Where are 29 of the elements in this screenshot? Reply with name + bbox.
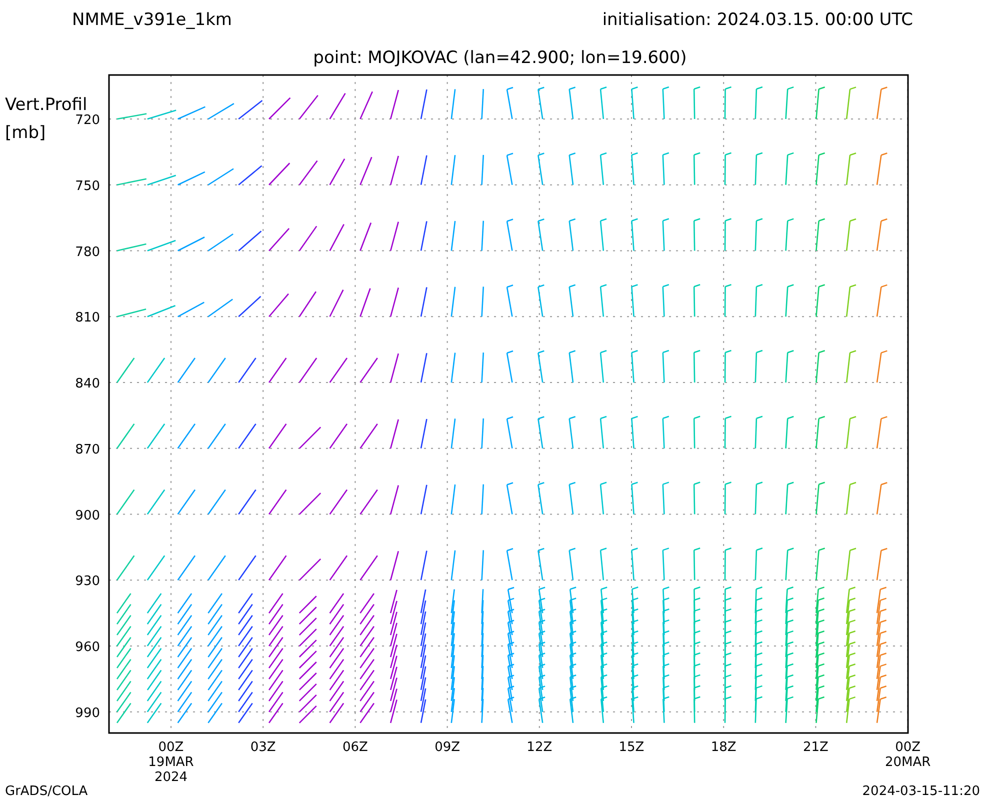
y-tick-label: 840 <box>75 376 100 392</box>
x-date-label: 19MAR <box>148 755 194 770</box>
y-tick-label: 780 <box>75 244 100 260</box>
x-tick-label: 12Z <box>526 740 552 755</box>
x-tick-label: 00Z <box>895 740 921 755</box>
x-tick-label: 18Z <box>710 740 736 755</box>
x-tick-label: 03Z <box>250 740 276 755</box>
chart-title: point: MOJKOVAC (lan=42.900; lon=19.600) <box>313 48 687 68</box>
x-date-label: 20MAR <box>884 755 931 770</box>
x-tick-label: 15Z <box>618 740 644 755</box>
model-name: NMME_v391e_1km <box>72 10 232 30</box>
y-tick-label: 720 <box>75 113 100 128</box>
x-tick-label: 06Z <box>342 740 368 755</box>
y-tick-label: 870 <box>75 442 100 458</box>
footer-credit: GrADS/COLA <box>5 784 88 799</box>
y-tick-label: 900 <box>75 508 100 524</box>
footer-timestamp: 2024-03-15-11:20 <box>862 784 980 799</box>
x-tick-label: 21Z <box>802 740 828 755</box>
y-axis-label: [mb] <box>5 123 46 143</box>
x-tick-label: 09Z <box>434 740 460 755</box>
y-tick-label: 930 <box>75 574 100 590</box>
initialisation-time: initialisation: 2024.03.15. 00:00 UTC <box>602 10 913 30</box>
y-tick-label: 960 <box>75 640 100 656</box>
x-tick-label: 00Z <box>158 740 184 755</box>
y-tick-label: 990 <box>75 706 100 721</box>
y-tick-label: 810 <box>75 310 100 326</box>
x-date-label: 2024 <box>154 770 188 785</box>
y-tick-label: 750 <box>75 178 100 194</box>
y-axis-label: Vert.Profil <box>5 95 88 115</box>
